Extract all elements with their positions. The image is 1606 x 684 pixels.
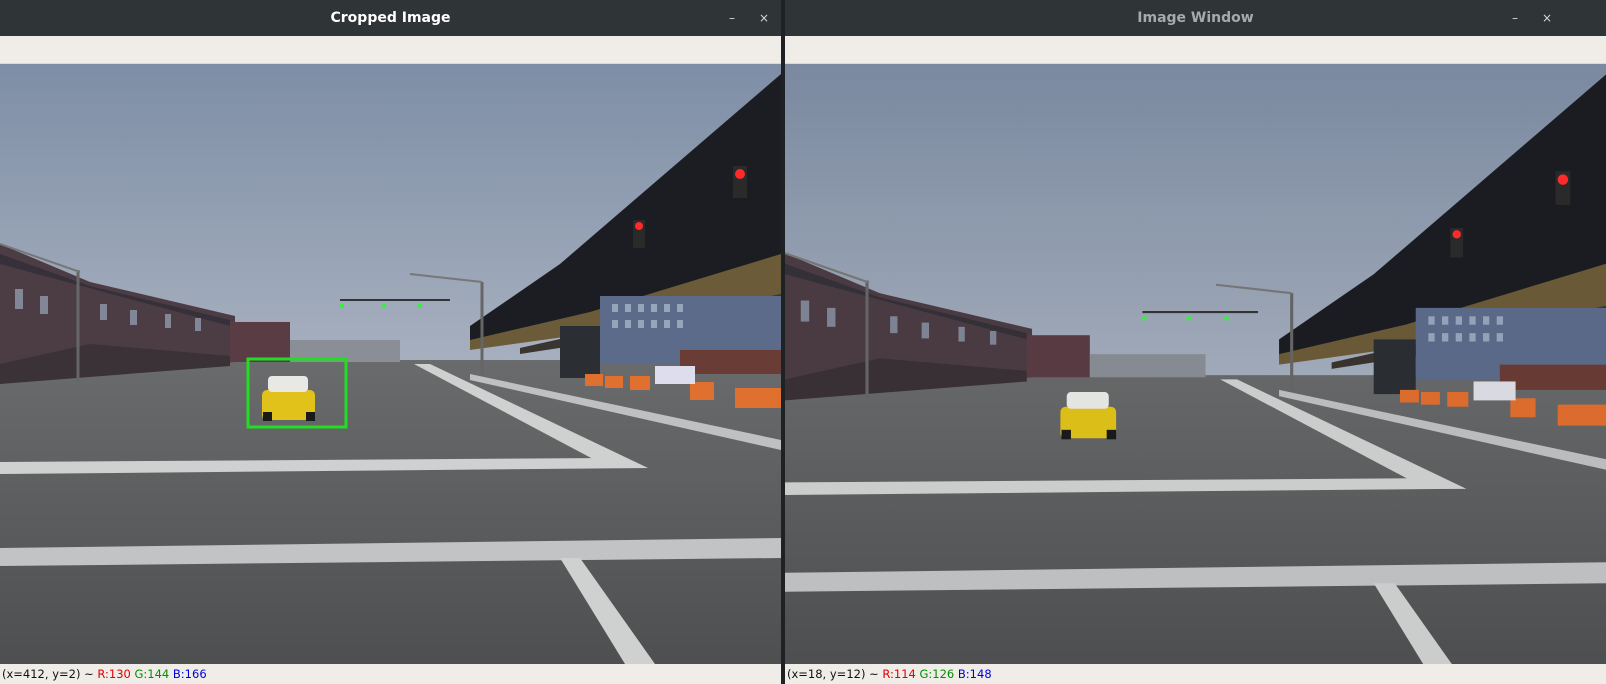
close-icon[interactable]: × xyxy=(1535,0,1559,36)
red-value: R:114 xyxy=(882,667,916,681)
cursor-coordinates: (x=18, y=12) ~ xyxy=(787,667,883,681)
minimize-icon[interactable]: – xyxy=(1503,0,1527,36)
red-value: R:130 xyxy=(97,667,131,681)
cursor-coordinates: (x=412, y=2) ~ xyxy=(2,667,98,681)
cropped-image-window: Cropped Image – × (x=412, y=2) ~ R:130 G… xyxy=(0,0,781,684)
blue-value: B:148 xyxy=(957,667,992,681)
image-view[interactable] xyxy=(0,64,781,664)
green-value: G:126 xyxy=(919,667,955,681)
blue-value: B:166 xyxy=(172,667,207,681)
street-scene-image xyxy=(785,64,1606,664)
image-view[interactable] xyxy=(785,64,1606,664)
toolbar xyxy=(0,36,781,64)
window-title: Image Window xyxy=(1137,10,1254,26)
minimize-icon[interactable]: – xyxy=(720,0,744,36)
titlebar[interactable]: Image Window – × xyxy=(785,0,1606,36)
street-scene-image xyxy=(0,64,781,664)
status-bar: (x=412, y=2) ~ R:130 G:144 B:166 xyxy=(0,664,781,684)
window-title: Cropped Image xyxy=(330,10,451,26)
green-value: G:144 xyxy=(134,667,170,681)
image-window: Image Window – × (x=18, y=12) ~ R:114 G:… xyxy=(785,0,1606,684)
titlebar[interactable]: Cropped Image – × xyxy=(0,0,781,36)
status-bar: (x=18, y=12) ~ R:114 G:126 B:148 xyxy=(785,664,1606,684)
toolbar xyxy=(785,36,1606,64)
close-icon[interactable]: × xyxy=(752,0,776,36)
